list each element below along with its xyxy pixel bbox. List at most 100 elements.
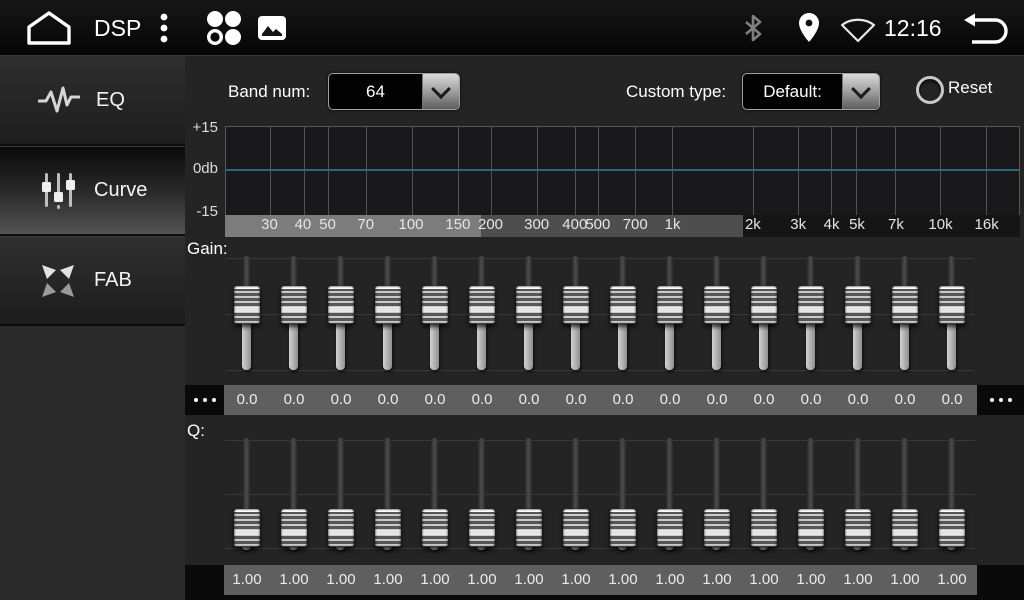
custom-type-dropdown-button[interactable] [842, 74, 879, 109]
gallery-icon[interactable] [258, 16, 286, 40]
band-num-dropdown[interactable]: 64 [328, 73, 460, 110]
home-icon[interactable] [26, 11, 72, 45]
gain-slider-thumb[interactable] [845, 286, 871, 324]
gain-slider[interactable] [798, 256, 824, 370]
q-slider-thumb[interactable] [610, 509, 636, 547]
custom-type-dropdown[interactable]: Default: [742, 73, 880, 110]
reset-radio[interactable] [916, 76, 944, 104]
gain-slider[interactable] [422, 256, 448, 370]
gain-slider[interactable] [469, 256, 495, 370]
q-slider[interactable] [469, 438, 495, 550]
gain-value-row: 0.00.00.00.00.00.00.00.00.00.00.00.00.00… [224, 385, 977, 415]
q-slider[interactable] [516, 438, 542, 550]
q-slider[interactable] [234, 438, 260, 550]
gain-slider-thumb[interactable] [610, 286, 636, 324]
ellipsis-icon [203, 398, 207, 402]
gain-value: 0.0 [788, 385, 834, 415]
q-slider[interactable] [610, 438, 636, 550]
plot-gridline [635, 127, 636, 215]
q-slider[interactable] [751, 438, 777, 550]
q-slider-thumb[interactable] [516, 509, 542, 547]
gain-slider-thumb[interactable] [469, 286, 495, 324]
eq-waveform-icon [38, 84, 80, 116]
apps-icon[interactable] [203, 9, 245, 47]
gain-slider-thumb[interactable] [422, 286, 448, 324]
q-slider-thumb[interactable] [422, 509, 448, 547]
band-num-dropdown-button[interactable] [422, 74, 459, 109]
overflow-menu-icon[interactable] [158, 13, 170, 43]
gain-slider[interactable] [892, 256, 918, 370]
gain-slider[interactable] [375, 256, 401, 370]
gain-scroll-right-button[interactable] [977, 385, 1024, 415]
gain-slider-thumb[interactable] [892, 286, 918, 324]
q-slider[interactable] [375, 438, 401, 550]
q-slider-thumb[interactable] [704, 509, 730, 547]
q-slider-thumb[interactable] [657, 509, 683, 547]
gain-slider-thumb[interactable] [657, 286, 683, 324]
q-slider-thumb[interactable] [234, 509, 260, 547]
ellipsis-icon [999, 398, 1003, 402]
gain-slider[interactable] [234, 256, 260, 370]
q-scroll-right-button[interactable] [977, 565, 1024, 595]
q-slider-thumb[interactable] [892, 509, 918, 547]
eq-curve-plot[interactable] [225, 126, 1020, 215]
gain-slider[interactable] [845, 256, 871, 370]
q-value: 1.00 [788, 565, 834, 595]
gain-slider-thumb[interactable] [234, 286, 260, 324]
q-slider[interactable] [281, 438, 307, 550]
q-slider-thumb[interactable] [375, 509, 401, 547]
q-value: 1.00 [412, 565, 458, 595]
gain-slider[interactable] [939, 256, 965, 370]
gain-slider[interactable] [610, 256, 636, 370]
q-slider[interactable] [328, 438, 354, 550]
q-slider-thumb[interactable] [563, 509, 589, 547]
gain-scroll-left-button[interactable] [185, 385, 224, 415]
gain-slider-thumb[interactable] [563, 286, 589, 324]
q-slider-thumb[interactable] [939, 509, 965, 547]
back-icon[interactable] [962, 12, 1008, 46]
gain-slider[interactable] [328, 256, 354, 370]
q-slider-thumb[interactable] [469, 509, 495, 547]
gain-slider-thumb[interactable] [281, 286, 307, 324]
sidebar-item-curve[interactable]: Curve [0, 146, 185, 236]
gain-slider-thumb[interactable] [751, 286, 777, 324]
gain-slider[interactable] [281, 256, 307, 370]
q-slider[interactable] [563, 438, 589, 550]
q-slider-thumb[interactable] [281, 509, 307, 547]
band-num-label: Band num: [228, 73, 310, 110]
plot-gridline [798, 127, 799, 215]
q-slider-thumb[interactable] [328, 509, 354, 547]
frequency-axis[interactable]: 304050701001502003004005007001k2k3k4k5k7… [225, 215, 1020, 237]
sidebar-item-eq[interactable]: EQ [0, 56, 185, 146]
plot-gridline [856, 127, 857, 215]
q-slider-thumb[interactable] [798, 509, 824, 547]
gain-slider[interactable] [704, 256, 730, 370]
q-slider[interactable] [422, 438, 448, 550]
q-slider[interactable] [939, 438, 965, 550]
q-slider[interactable] [845, 438, 871, 550]
q-value: 1.00 [506, 565, 552, 595]
gain-slider-thumb[interactable] [704, 286, 730, 324]
q-scroll-left-button[interactable] [185, 565, 224, 595]
gain-slider[interactable] [516, 256, 542, 370]
gain-slider[interactable] [751, 256, 777, 370]
curve-sliders-icon [38, 170, 78, 212]
q-slider[interactable] [657, 438, 683, 550]
q-slider[interactable] [892, 438, 918, 550]
q-slider[interactable] [704, 438, 730, 550]
axis-scroll-segment [481, 215, 743, 237]
gain-slider-thumb[interactable] [328, 286, 354, 324]
q-slider-thumb[interactable] [751, 509, 777, 547]
gain-slider[interactable] [657, 256, 683, 370]
gain-slider-thumb[interactable] [375, 286, 401, 324]
chevron-down-icon [431, 79, 451, 99]
plot-gridline [753, 127, 754, 215]
plot-gridline [304, 127, 305, 215]
gain-slider-thumb[interactable] [939, 286, 965, 324]
gain-slider-thumb[interactable] [798, 286, 824, 324]
q-slider-thumb[interactable] [845, 509, 871, 547]
q-slider[interactable] [798, 438, 824, 550]
gain-slider-thumb[interactable] [516, 286, 542, 324]
gain-slider[interactable] [563, 256, 589, 370]
sidebar-item-fab[interactable]: FAB [0, 236, 185, 326]
